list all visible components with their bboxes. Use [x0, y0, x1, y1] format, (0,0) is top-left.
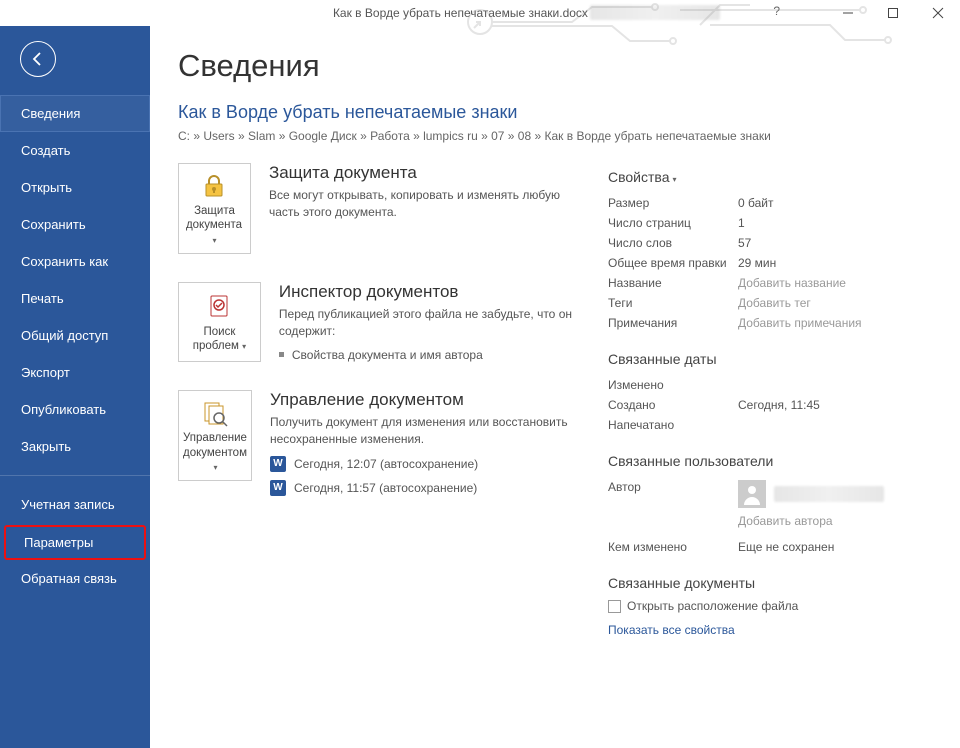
chevron-down-icon: ▾	[212, 236, 216, 245]
help-icon[interactable]: ?	[773, 4, 780, 18]
property-value: 29 мин	[738, 256, 776, 270]
open-file-location[interactable]: Открыть расположение файла	[608, 599, 940, 613]
word-icon: W	[270, 456, 286, 472]
protect-heading: Защита документа	[269, 163, 578, 183]
date-label: Изменено	[608, 378, 738, 392]
breadcrumb: C: » Users » Slam » Google Диск » Работа…	[178, 129, 940, 143]
inspect-heading: Инспектор документов	[279, 282, 578, 302]
sidebar-item-feedback[interactable]: Обратная связь	[0, 560, 150, 599]
property-value: 0 байт	[738, 196, 773, 210]
date-row: Изменено	[608, 375, 940, 395]
related-docs-heading: Связанные документы	[608, 575, 940, 591]
backstage-sidebar: Сведения Создать Открыть Сохранить Сохра…	[0, 26, 150, 748]
manage-label: Управление документом	[183, 432, 247, 458]
date-row: Напечатано	[608, 415, 940, 435]
sidebar-item-print[interactable]: Печать	[0, 280, 150, 317]
user-name-blur	[590, 5, 720, 20]
sidebar-item-info[interactable]: Сведения	[0, 95, 150, 132]
word-icon: W	[270, 480, 286, 496]
property-row: Размер0 байт	[608, 193, 940, 213]
manage-desc: Получить документ для изменения или восс…	[270, 414, 578, 448]
users-heading: Связанные пользователи	[608, 453, 940, 469]
property-label: Число страниц	[608, 216, 738, 230]
chevron-down-icon: ▾	[213, 463, 217, 472]
sidebar-item-publish[interactable]: Опубликовать	[0, 391, 150, 428]
back-button[interactable]	[20, 41, 56, 77]
close-button[interactable]	[915, 0, 960, 26]
property-label: Примечания	[608, 316, 738, 330]
sidebar-item-save[interactable]: Сохранить	[0, 206, 150, 243]
author-label: Автор	[608, 480, 738, 508]
sidebar-divider	[0, 475, 150, 476]
property-row: Общее время правки29 мин	[608, 253, 940, 273]
titlebar: Как в Ворде убрать непечатаемые знаки.do…	[0, 0, 960, 26]
property-row: Число страниц1	[608, 213, 940, 233]
page-title: Сведения	[178, 48, 940, 84]
window-title: Как в Ворде убрать непечатаемые знаки.do…	[333, 6, 627, 20]
add-author[interactable]: Добавить автора	[738, 514, 833, 528]
property-label: Размер	[608, 196, 738, 210]
inspect-sub-item: Свойства документа и имя автора	[279, 348, 578, 362]
show-all-properties[interactable]: Показать все свойства	[608, 623, 940, 637]
property-value[interactable]: Добавить название	[738, 276, 846, 290]
version-item[interactable]: WСегодня, 11:57 (автосохранение)	[270, 480, 578, 496]
property-row: ТегиДобавить тег	[608, 293, 940, 313]
property-label: Название	[608, 276, 738, 290]
property-value: 1	[738, 216, 745, 230]
sidebar-item-open[interactable]: Открыть	[0, 169, 150, 206]
maximize-button[interactable]	[870, 0, 915, 26]
sidebar-item-export[interactable]: Экспорт	[0, 354, 150, 391]
sidebar-item-saveas[interactable]: Сохранить как	[0, 243, 150, 280]
protect-desc: Все могут открывать, копировать и изменя…	[269, 187, 578, 221]
property-value[interactable]: Добавить примечания	[738, 316, 862, 330]
properties-heading[interactable]: Свойства▾	[608, 169, 940, 185]
chevron-down-icon: ▾	[240, 342, 246, 351]
sidebar-item-new[interactable]: Создать	[0, 132, 150, 169]
changed-by-value: Еще не сохранен	[738, 540, 834, 554]
minimize-button[interactable]	[825, 0, 870, 26]
sidebar-item-close[interactable]: Закрыть	[0, 428, 150, 465]
manage-document-button[interactable]: Управление документом ▾	[178, 390, 252, 481]
check-issues-button[interactable]: Поиск проблем ▾	[178, 282, 261, 362]
sidebar-item-share[interactable]: Общий доступ	[0, 317, 150, 354]
inspect-desc: Перед публикацией этого файла не забудьт…	[279, 306, 578, 340]
inspect-label: Поиск проблем	[193, 326, 239, 352]
main-pane: Сведения Как в Ворде убрать непечатаемые…	[150, 26, 960, 748]
date-label: Создано	[608, 398, 738, 412]
manage-icon	[199, 399, 231, 427]
property-label: Общее время правки	[608, 256, 738, 270]
date-row: СозданоСегодня, 11:45	[608, 395, 940, 415]
avatar	[738, 480, 766, 508]
property-value: 57	[738, 236, 751, 250]
author-name-blur	[774, 486, 884, 502]
changed-by-label: Кем изменено	[608, 540, 738, 554]
document-title: Как в Ворде убрать непечатаемые знаки	[178, 102, 940, 123]
date-value: Сегодня, 11:45	[738, 398, 820, 412]
property-value[interactable]: Добавить тег	[738, 296, 811, 310]
property-row: НазваниеДобавить название	[608, 273, 940, 293]
property-row: Число слов57	[608, 233, 940, 253]
dates-heading: Связанные даты	[608, 351, 940, 367]
property-label: Число слов	[608, 236, 738, 250]
chevron-down-icon: ▾	[672, 175, 676, 184]
version-item[interactable]: WСегодня, 12:07 (автосохранение)	[270, 456, 578, 472]
property-label: Теги	[608, 296, 738, 310]
date-label: Напечатано	[608, 418, 738, 432]
sidebar-item-options[interactable]: Параметры	[4, 525, 146, 560]
inspect-icon	[203, 293, 235, 321]
folder-icon	[608, 600, 621, 613]
manage-heading: Управление документом	[270, 390, 578, 410]
protect-document-button[interactable]: Защита документа ▾	[178, 163, 251, 254]
protect-label: Защита документа	[186, 205, 242, 231]
sidebar-item-account[interactable]: Учетная запись	[0, 486, 150, 525]
lock-icon	[198, 172, 230, 200]
property-row: ПримечанияДобавить примечания	[608, 313, 940, 333]
